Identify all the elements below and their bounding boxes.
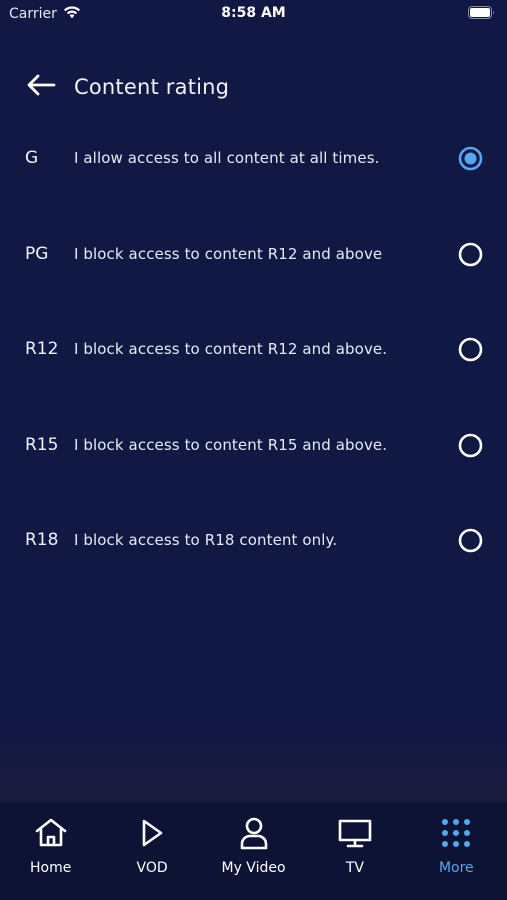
tab-label: Home: [30, 860, 72, 876]
radio-unselected-icon[interactable]: [458, 433, 483, 458]
radio-unselected-icon[interactable]: [458, 242, 483, 267]
tab-label: More: [438, 860, 474, 876]
rating-description: I block access to content R12 and above: [74, 244, 383, 263]
tab-bar: Home VOD My Video TV More: [0, 802, 507, 900]
rating-code: R15: [25, 434, 59, 455]
battery-icon: [468, 6, 495, 23]
page-title: Content rating: [74, 75, 230, 99]
rating-code: R12: [25, 339, 59, 360]
page-header: Content rating: [26, 66, 229, 108]
rating-code: PG: [25, 243, 49, 264]
tab-vod[interactable]: VOD: [101, 802, 202, 900]
user-icon: [237, 816, 271, 850]
tab-my-video[interactable]: My Video: [203, 802, 304, 900]
arrow-left-icon: [26, 74, 56, 100]
home-icon: [34, 816, 68, 850]
rating-option-pg[interactable]: PG I block access to content R12 and abo…: [0, 221, 507, 317]
radio-unselected-icon[interactable]: [458, 337, 483, 362]
status-bar: Carrier 8:58 AM: [0, 0, 507, 28]
radio-unselected-icon[interactable]: [458, 528, 483, 553]
tab-tv[interactable]: TV: [304, 802, 405, 900]
tab-label: TV: [345, 860, 364, 876]
tab-label: VOD: [136, 860, 168, 876]
rating-option-r15[interactable]: R15 I block access to content R15 and ab…: [0, 412, 507, 508]
rating-code: R18: [25, 530, 59, 551]
rating-description: I block access to content R15 and above.: [74, 435, 388, 454]
rating-description: I allow access to all content at all tim…: [74, 149, 380, 167]
rating-option-r18[interactable]: R18 I block access to R18 content only.: [0, 507, 507, 603]
rating-description: I block access to R18 content only.: [74, 531, 338, 550]
tab-label: My Video: [221, 860, 286, 876]
tv-icon: [338, 816, 372, 850]
rating-option-g[interactable]: G I allow access to all content at all t…: [0, 125, 507, 221]
tab-more[interactable]: More: [406, 802, 507, 900]
radio-selected-icon[interactable]: [458, 146, 483, 171]
rating-option-r12[interactable]: R12 I block access to content R12 and ab…: [0, 316, 507, 412]
status-time: 8:58 AM: [221, 5, 286, 21]
play-icon: [135, 816, 169, 850]
back-button[interactable]: [26, 70, 60, 104]
tab-home[interactable]: Home: [0, 802, 101, 900]
rating-description: I block access to content R12 and above.: [74, 340, 388, 359]
grid-icon: [439, 816, 473, 850]
content-rating-screen: Carrier 8:58 AM Content rating G I allow…: [0, 0, 507, 900]
rating-list: G I allow access to all content at all t…: [0, 125, 507, 603]
rating-code: G: [25, 148, 39, 168]
